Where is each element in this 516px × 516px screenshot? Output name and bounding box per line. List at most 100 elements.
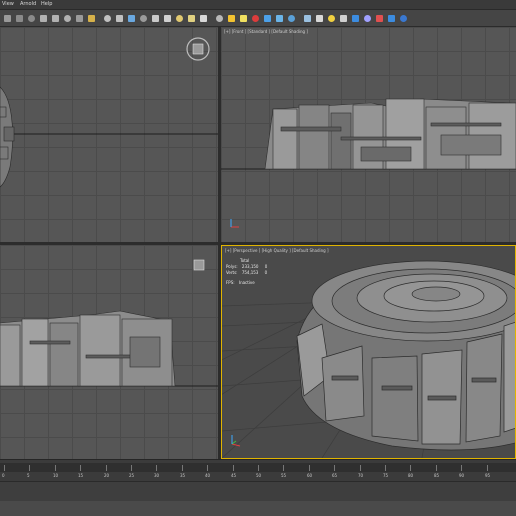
viewport-left-canvas bbox=[0, 259, 218, 387]
systems-icon[interactable] bbox=[376, 15, 383, 22]
teapot-icon[interactable] bbox=[216, 15, 223, 22]
timeline-tick bbox=[207, 465, 208, 471]
timeline-tick-label: 85 bbox=[434, 473, 440, 478]
material-editor-icon[interactable] bbox=[164, 15, 171, 22]
polys-selected: 0 bbox=[264, 264, 268, 269]
timeline-tick-label: 55 bbox=[281, 473, 287, 478]
perspective-model bbox=[296, 260, 515, 451]
rotate-icon[interactable] bbox=[52, 15, 59, 22]
viewport-left[interactable] bbox=[0, 245, 218, 459]
mirror-icon[interactable] bbox=[128, 15, 135, 22]
axis-gizmo-icon bbox=[231, 435, 241, 447]
polys-value: 233,150 bbox=[241, 264, 259, 269]
align-icon[interactable] bbox=[140, 15, 147, 22]
plugin-icon[interactable] bbox=[400, 15, 407, 22]
main-toolbar bbox=[0, 10, 516, 27]
timeline-tick bbox=[360, 465, 361, 471]
menu-help[interactable]: Help bbox=[41, 1, 52, 7]
select-icon[interactable] bbox=[4, 15, 11, 22]
light-icon[interactable] bbox=[240, 15, 247, 22]
timeline-tick-label: 10 bbox=[53, 473, 59, 478]
bulb-icon[interactable] bbox=[328, 15, 335, 22]
percent-snap-icon[interactable] bbox=[116, 15, 123, 22]
render-icon[interactable] bbox=[200, 15, 207, 22]
render-frame-icon[interactable] bbox=[188, 15, 195, 22]
sphere-icon[interactable] bbox=[276, 15, 283, 22]
timeline-tick-label: 70 bbox=[358, 473, 364, 478]
status-panel bbox=[0, 501, 516, 516]
left-view-model bbox=[0, 310, 176, 387]
scene-icon[interactable] bbox=[388, 15, 395, 22]
timeline-tick-label: 65 bbox=[332, 473, 338, 478]
timeline-tick bbox=[334, 465, 335, 471]
link-icon[interactable] bbox=[76, 15, 83, 22]
timeline-tick bbox=[461, 465, 462, 471]
timeline-tick bbox=[80, 465, 81, 471]
viewport-divider-horizontal[interactable] bbox=[0, 242, 516, 245]
timeline-tick bbox=[29, 465, 30, 471]
timeline-tick-label: 90 bbox=[459, 473, 465, 478]
timeline-tick-label: 60 bbox=[307, 473, 313, 478]
axis-gizmo-icon bbox=[230, 219, 239, 228]
stats-verts: Verts: 754,153 0 bbox=[226, 270, 267, 276]
timeline-tick-label: 50 bbox=[256, 473, 262, 478]
helper-icon[interactable] bbox=[352, 15, 359, 22]
grid-icon[interactable] bbox=[304, 15, 311, 22]
timeline-tick-label: 80 bbox=[408, 473, 414, 478]
timeline-tick-label: 40 bbox=[205, 473, 211, 478]
timeline-tick bbox=[233, 465, 234, 471]
viewport-top-canvas bbox=[0, 37, 218, 188]
timeline-tick bbox=[283, 465, 284, 471]
viewport-front[interactable]: [+] [Front ] [Standard ] [Default Shadin… bbox=[221, 27, 516, 242]
polys-label: Polys: bbox=[226, 264, 238, 269]
cube-icon[interactable] bbox=[316, 15, 323, 22]
menu-arnold[interactable]: Arnold bbox=[20, 1, 36, 7]
layer-icon[interactable] bbox=[152, 15, 159, 22]
timeline-tick bbox=[182, 465, 183, 471]
verts-value: 754,153 bbox=[241, 270, 259, 275]
select-region-icon[interactable] bbox=[16, 15, 23, 22]
timeline-tick bbox=[106, 465, 107, 471]
menu-bar: View Arnold Help bbox=[0, 0, 516, 10]
target-icon[interactable] bbox=[252, 15, 259, 22]
arrow-icon[interactable] bbox=[264, 15, 271, 22]
timeline-tick-label: 5 bbox=[27, 473, 30, 478]
verts-selected: 0 bbox=[264, 270, 268, 275]
render-setup-icon[interactable] bbox=[176, 15, 183, 22]
timeline-tick-label: 30 bbox=[154, 473, 160, 478]
top-view-model bbox=[0, 86, 15, 188]
camera-icon[interactable] bbox=[340, 15, 347, 22]
verts-label: Verts: bbox=[226, 270, 238, 275]
globe-icon[interactable] bbox=[288, 15, 295, 22]
space-warp-icon[interactable] bbox=[364, 15, 371, 22]
menu-view[interactable]: View bbox=[2, 1, 14, 7]
angle-snap-icon[interactable] bbox=[104, 15, 111, 22]
timeline-tick-label: 35 bbox=[180, 473, 186, 478]
viewcube-icon bbox=[186, 37, 210, 61]
viewport-top[interactable] bbox=[0, 27, 218, 242]
move-icon[interactable] bbox=[40, 15, 47, 22]
sun-icon[interactable] bbox=[228, 15, 235, 22]
snap-icon[interactable] bbox=[88, 15, 95, 22]
window-crossing-icon[interactable] bbox=[28, 15, 35, 22]
timeline-tick-label: 45 bbox=[231, 473, 237, 478]
viewport-front-canvas bbox=[221, 98, 516, 228]
timeline-tick bbox=[436, 465, 437, 471]
timeline-tick bbox=[258, 465, 259, 471]
viewport-perspective[interactable]: [+] [Perspective ] [High Quality ] [Defa… bbox=[221, 245, 516, 459]
timeline-tick bbox=[131, 465, 132, 471]
timeline-tick bbox=[385, 465, 386, 471]
stats-fps: FPS: Inactive bbox=[226, 280, 267, 286]
timeline-tick bbox=[487, 465, 488, 471]
timeline-tick-label: 15 bbox=[78, 473, 84, 478]
timeline-tick bbox=[410, 465, 411, 471]
timeline-tick-label: 25 bbox=[129, 473, 135, 478]
viewcube-icon bbox=[193, 259, 205, 271]
timeline-tick-label: 0 bbox=[2, 473, 5, 478]
timeline-tick bbox=[55, 465, 56, 471]
timeline-tick-label: 95 bbox=[485, 473, 491, 478]
scale-icon[interactable] bbox=[64, 15, 71, 22]
status-bar bbox=[0, 481, 516, 516]
timeline-tick bbox=[156, 465, 157, 471]
fps-value: Inactive bbox=[238, 280, 255, 285]
